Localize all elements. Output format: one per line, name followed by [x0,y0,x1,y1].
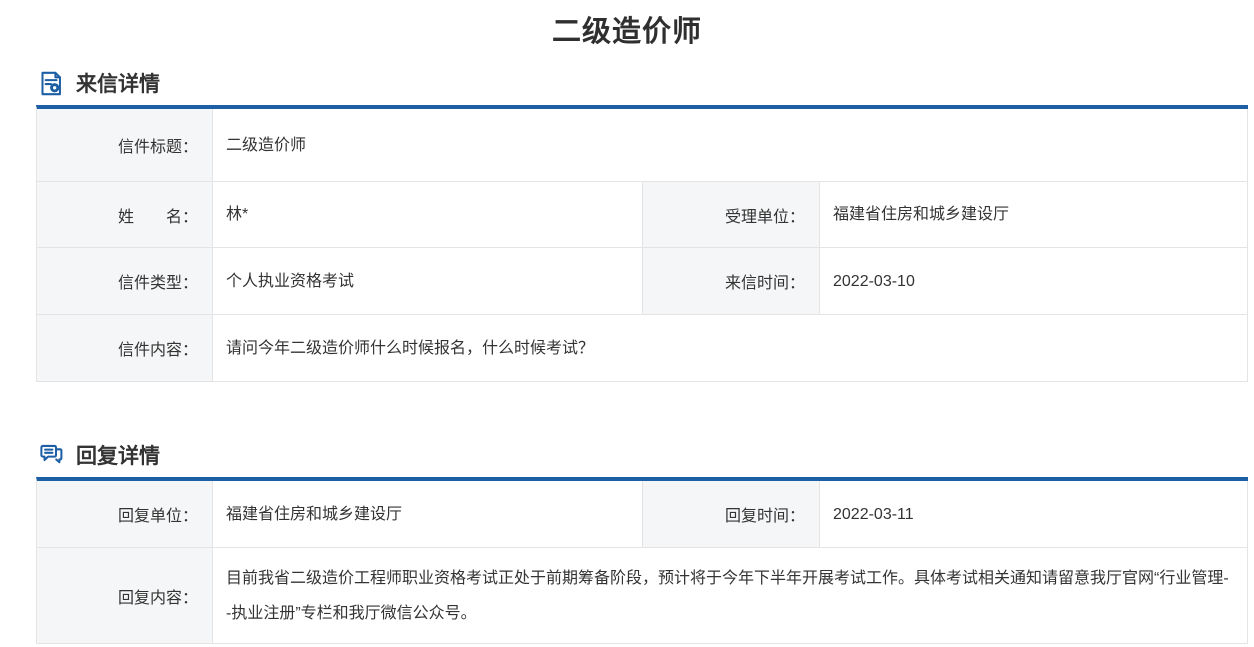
letter-name-value: 林* [213,182,643,248]
reply-section-header: 回复详情 [38,440,1254,470]
letter-section-title: 来信详情 [76,68,160,98]
letter-accept-unit-label: 受理单位： [643,182,820,248]
letter-time-value: 2022-03-10 [820,248,1248,315]
letter-type-value: 个人执业资格考试 [213,248,643,315]
letter-section-header: 来信详情 [38,68,1254,98]
letter-title-value: 二级造价师 [213,109,1248,182]
reply-detail-table: 回复单位： 福建省住房和城乡建设厅 回复时间： 2022-03-11 回复内容：… [36,477,1248,644]
reply-detail-icon [38,442,65,469]
letter-type-label: 信件类型： [37,248,213,315]
reply-content-value: 目前我省二级造价工程师职业资格考试正处于前期筹备阶段，预计将于今年下半年开展考试… [213,548,1248,644]
letter-detail-icon [38,70,65,97]
reply-section-title: 回复详情 [76,440,160,470]
letter-detail-table: 信件标题： 二级造价师 姓 名： 林* 受理单位： 福建省住房和城乡建设厅 信件… [36,105,1248,382]
letter-time-label: 来信时间： [643,248,820,315]
reply-unit-value: 福建省住房和城乡建设厅 [213,481,643,548]
letter-accept-unit-value: 福建省住房和城乡建设厅 [820,182,1248,248]
letter-title-label: 信件标题： [37,109,213,182]
letter-content-label: 信件内容： [37,315,213,382]
reply-unit-label: 回复单位： [37,481,213,548]
section-spacer [0,382,1254,422]
reply-time-value: 2022-03-11 [820,481,1248,548]
letter-content-value: 请问今年二级造价师什么时候报名，什么时候考试？ [213,315,1248,382]
reply-content-label: 回复内容： [37,548,213,644]
reply-time-label: 回复时间： [643,481,820,548]
letter-name-label: 姓 名： [37,182,213,248]
page-title: 二级造价师 [0,8,1254,50]
